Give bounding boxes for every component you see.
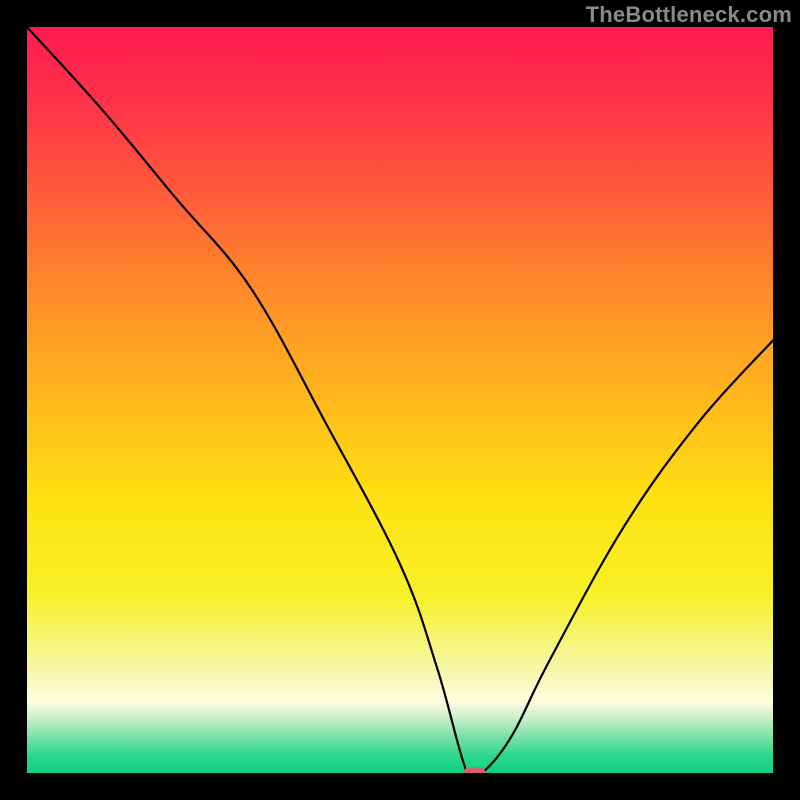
- gradient-background: [27, 27, 773, 773]
- plot-area: [27, 27, 773, 783]
- bottleneck-chart: [0, 0, 800, 800]
- watermark-text: TheBottleneck.com: [586, 2, 792, 28]
- chart-stage: TheBottleneck.com: [0, 0, 800, 800]
